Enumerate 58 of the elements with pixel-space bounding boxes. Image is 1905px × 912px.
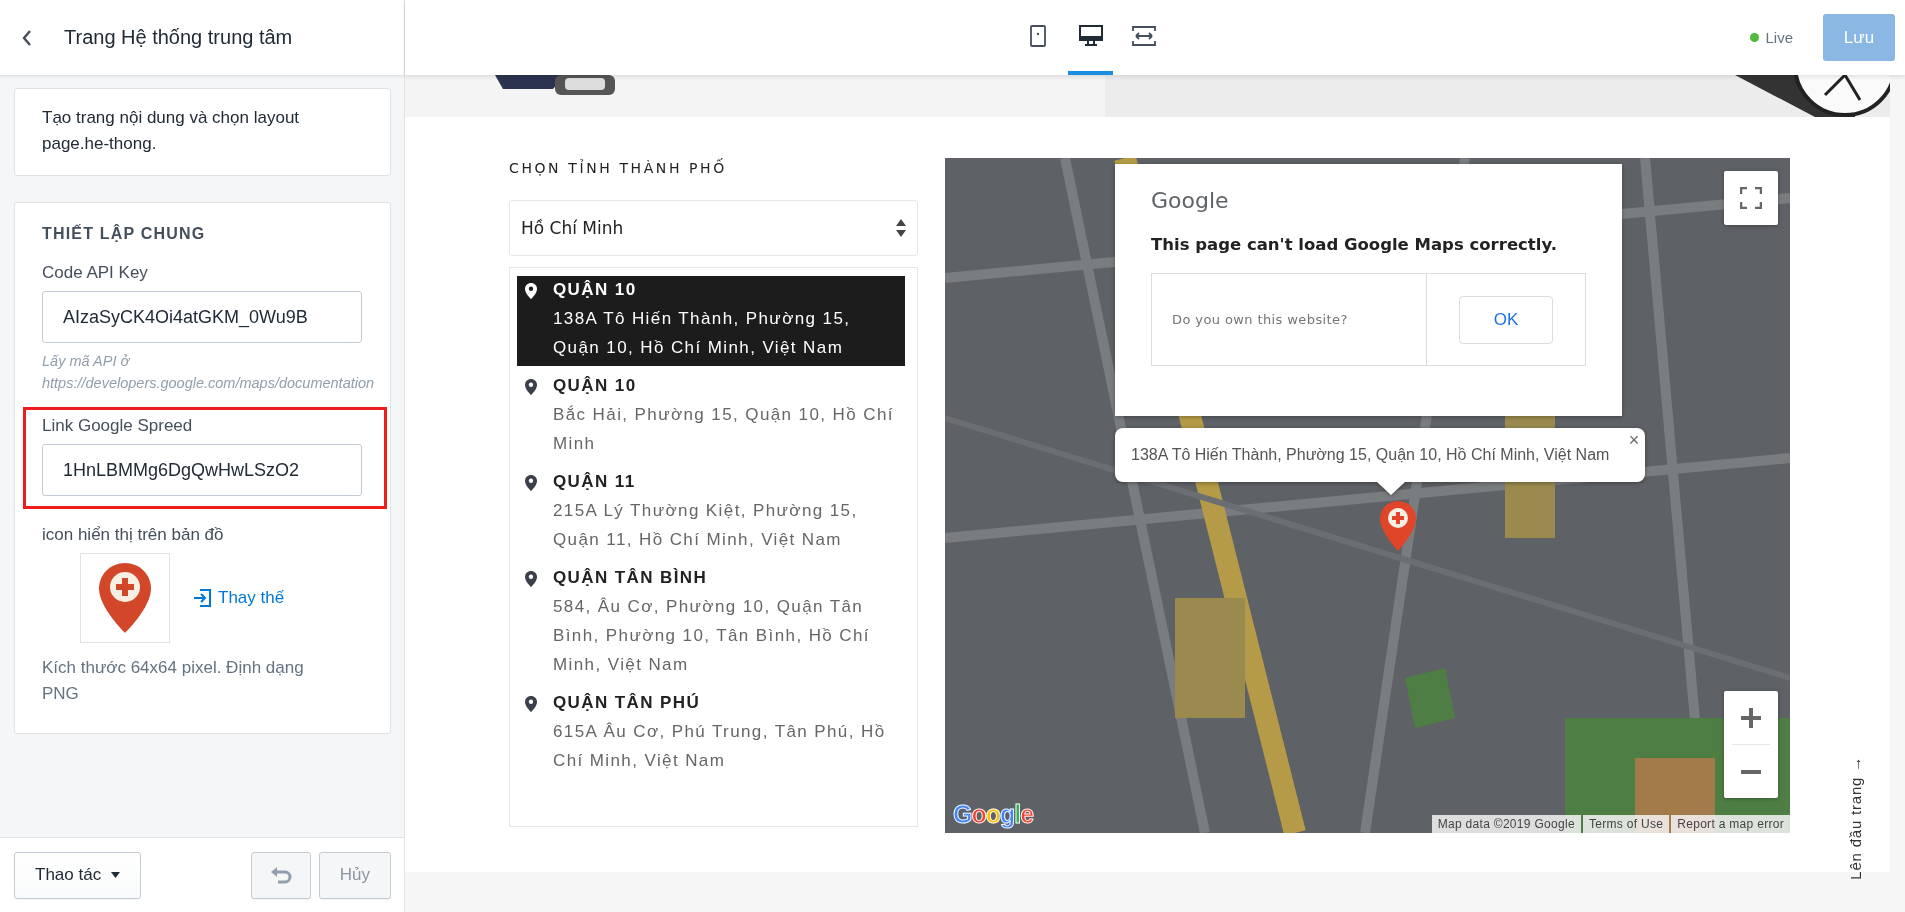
plus-icon <box>1740 706 1762 729</box>
attribution-link[interactable]: Map data ©2019 Google <box>1431 815 1581 833</box>
fullscreen-icon <box>1740 187 1762 209</box>
replace-link[interactable]: Thay thế <box>192 588 285 608</box>
map-pin-icon <box>97 561 153 635</box>
location-item[interactable]: QUẬN TÂN PHÚ 615A Âu Cơ, Phú Trung, Tân Phú, Hồ Chí Minh, Việt Nam <box>517 689 905 779</box>
minus-icon <box>1740 769 1762 774</box>
location-address: 615A Âu Cơ, Phú Trung, Tân Phú, Hồ Chí Minh, Việt Nam <box>553 721 887 772</box>
map-pin-icon <box>525 379 537 395</box>
description-card: Tạo trang nội dung và chọn layout page.he-thong. <box>14 88 391 176</box>
map-pin-icon <box>1379 500 1417 552</box>
close-button[interactable]: × <box>1628 430 1640 450</box>
map-pin-icon <box>525 475 537 491</box>
location-address: 138A Tô Hiến Thành, Phường 15, Quận 10, Hồ Chí Minh, Việt Nam <box>553 308 852 359</box>
attribution-link[interactable]: Report a map error <box>1671 815 1790 833</box>
location-item[interactable]: QUẬN 11 215A Lý Thường Kiệt, Phường 15, Quận 11, Hồ Chí Minh, Việt Nam <box>517 468 905 558</box>
section-heading: CHỌN TỈNH THÀNH PHỐ <box>509 160 728 176</box>
undo-icon <box>269 866 292 884</box>
panel-title: Trang Hệ thống trung tâm <box>64 26 293 49</box>
tablet-icon <box>1029 24 1046 47</box>
ok-button[interactable]: OK <box>1459 295 1553 344</box>
location-name: QUẬN 10 <box>553 280 638 300</box>
location-address: 215A Lý Thường Kiệt, Phường 15, Quận 11, Hồ Chí Minh, Việt Nam <box>553 500 859 551</box>
location-item[interactable]: QUẬN 10 Bắc Hải, Phường 15, Quận 10, Hồ Chí Minh <box>517 372 905 462</box>
sort-arrows-icon <box>895 218 907 238</box>
live-status: Live <box>1750 29 1793 46</box>
back-to-top-link[interactable]: Lên đầu trang → <box>1847 756 1864 880</box>
hint-text: Lấy mã API ở <box>42 353 131 369</box>
caret-icon <box>111 872 121 878</box>
dialog-logo: Google <box>1151 188 1230 213</box>
location-name: QUẬN 11 <box>553 472 637 492</box>
attribution-link[interactable]: Terms of Use <box>1582 815 1670 833</box>
location-address: 584, Âu Cơ, Phường 10, Quận Tân Bình, Phường 10, Tân Bình, Hồ Chí Minh, Việt Nam <box>553 596 871 676</box>
size-note: Kích thước 64x64 pixel. Định dạng PNG <box>42 657 305 705</box>
location-item[interactable]: QUẬN TÂN BÌNH 584, Âu Cơ, Phường 10, Quận Tân Bình, Phường 10, Tân Bình, Hồ Chí Minh, Việt Nam <box>517 564 905 683</box>
input-field[interactable]: 1HnLBMMg6DgQwHwLSzO2 <box>42 444 362 496</box>
field-label: Code API Key <box>42 263 149 283</box>
field-label: Link Google Spreed <box>42 416 194 436</box>
error-message: This page can't load Google Maps correctly. <box>1151 235 1558 254</box>
section-heading: THIẾT LẬP CHUNG <box>42 225 207 243</box>
map-pin-icon <box>525 283 537 299</box>
monitor-icon <box>1078 24 1103 47</box>
location-name: QUẬN TÂN BÌNH <box>553 568 709 588</box>
info-text: 138A Tô Hiến Thành, Phường 15, Quận 10, Hồ Chí Minh, Việt Nam <box>1131 446 1610 464</box>
location-item[interactable]: QUẬN 10 138A Tô Hiến Thành, Phường 15, Quận 10, Hồ Chí Minh, Việt Nam <box>517 276 905 366</box>
import-icon <box>192 588 212 608</box>
location-name: QUẬN 10 <box>553 376 638 396</box>
input-field[interactable]: AIzaSyCK4Oi4atGKM_0Wu9B <box>42 291 362 343</box>
actions-button[interactable]: Thao tác <box>14 851 142 899</box>
expand-width-icon <box>1131 25 1156 46</box>
ownership-question: Do you own this website? <box>1152 274 1427 365</box>
city-select[interactable]: Hồ Chí Minh <box>509 200 918 256</box>
location-address: Bắc Hải, Phường 15, Quận 10, Hồ Chí Minh <box>553 404 895 455</box>
map-pin-icon <box>525 571 537 587</box>
location-name: QUẬN TÂN PHÚ <box>553 693 702 713</box>
fullscreen-button[interactable] <box>1724 171 1778 225</box>
field-label: icon hiển thị trên bản đồ <box>42 525 225 545</box>
map-pin-icon <box>525 696 537 712</box>
